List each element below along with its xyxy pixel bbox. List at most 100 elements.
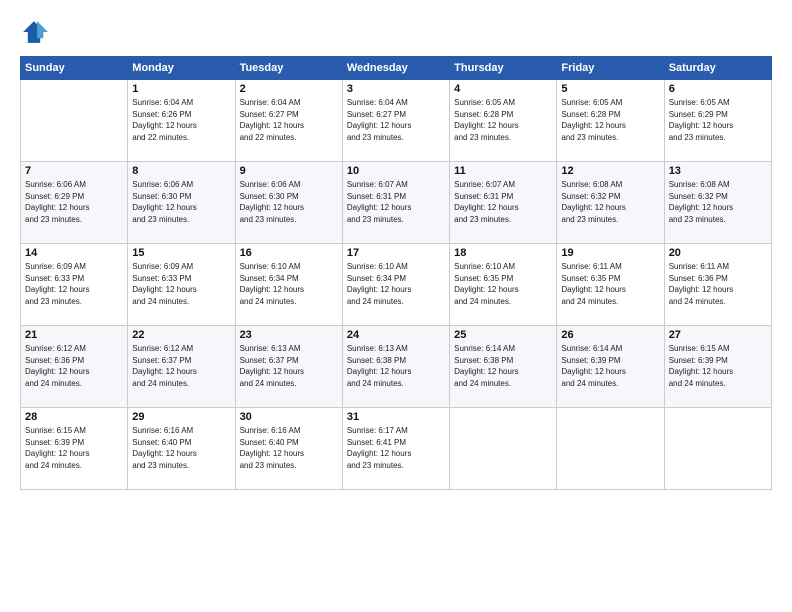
calendar-cell bbox=[450, 408, 557, 490]
day-number: 1 bbox=[132, 83, 230, 95]
calendar-cell bbox=[664, 408, 771, 490]
day-header-friday: Friday bbox=[557, 57, 664, 80]
day-info: Sunrise: 6:11 AM Sunset: 6:36 PM Dayligh… bbox=[669, 261, 767, 307]
day-number: 24 bbox=[347, 329, 445, 341]
day-number: 6 bbox=[669, 83, 767, 95]
day-info: Sunrise: 6:16 AM Sunset: 6:40 PM Dayligh… bbox=[132, 425, 230, 471]
day-info: Sunrise: 6:14 AM Sunset: 6:39 PM Dayligh… bbox=[561, 343, 659, 389]
calendar-cell: 29Sunrise: 6:16 AM Sunset: 6:40 PM Dayli… bbox=[128, 408, 235, 490]
calendar-cell: 21 Sunrise: 6:12 AM Sunset: 6:36 PM Dayli… bbox=[21, 326, 128, 408]
calendar-cell: 25 Sunrise: 6:14 AM Sunset: 6:38 PM Dayli… bbox=[450, 326, 557, 408]
day-info: Sunrise: 6:12 AM Sunset: 6:37 PM Dayligh… bbox=[132, 343, 230, 389]
day-number: 27 bbox=[669, 329, 767, 341]
day-number: 7 bbox=[25, 165, 123, 177]
day-header-wednesday: Wednesday bbox=[342, 57, 449, 80]
day-info: Sunrise: 6:17 AM Sunset: 6:41 PM Dayligh… bbox=[347, 425, 445, 471]
day-info: Sunrise: 6:05 AM Sunset: 6:28 PM Dayligh… bbox=[454, 97, 552, 143]
day-number: 8 bbox=[132, 165, 230, 177]
day-header-monday: Monday bbox=[128, 57, 235, 80]
day-info: Sunrise: 6:05 AM Sunset: 6:28 PM Dayligh… bbox=[561, 97, 659, 143]
day-number: 11 bbox=[454, 165, 552, 177]
calendar-cell: 8Sunrise: 6:06 AM Sunset: 6:30 PM Daylig… bbox=[128, 162, 235, 244]
calendar-cell: 22 Sunrise: 6:12 AM Sunset: 6:37 PM Dayli… bbox=[128, 326, 235, 408]
calendar-cell: 6 Sunrise: 6:05 AM Sunset: 6:29 PM Daylig… bbox=[664, 80, 771, 162]
day-header-sunday: Sunday bbox=[21, 57, 128, 80]
day-info: Sunrise: 6:04 AM Sunset: 6:26 PM Dayligh… bbox=[132, 97, 230, 143]
day-number: 30 bbox=[240, 411, 338, 423]
calendar-cell: 16 Sunrise: 6:10 AM Sunset: 6:34 PM Dayli… bbox=[235, 244, 342, 326]
day-info: Sunrise: 6:12 AM Sunset: 6:36 PM Dayligh… bbox=[25, 343, 123, 389]
logo bbox=[20, 18, 52, 46]
calendar-cell: 11 Sunrise: 6:07 AM Sunset: 6:31 PM Dayli… bbox=[450, 162, 557, 244]
day-number: 26 bbox=[561, 329, 659, 341]
day-info: Sunrise: 6:10 AM Sunset: 6:35 PM Dayligh… bbox=[454, 261, 552, 307]
day-number: 31 bbox=[347, 411, 445, 423]
day-number: 25 bbox=[454, 329, 552, 341]
calendar-cell: 26 Sunrise: 6:14 AM Sunset: 6:39 PM Dayli… bbox=[557, 326, 664, 408]
day-number: 22 bbox=[132, 329, 230, 341]
week-row-4: 21 Sunrise: 6:12 AM Sunset: 6:36 PM Dayli… bbox=[21, 326, 772, 408]
day-header-thursday: Thursday bbox=[450, 57, 557, 80]
calendar-cell: 31 Sunrise: 6:17 AM Sunset: 6:41 PM Dayli… bbox=[342, 408, 449, 490]
day-info: Sunrise: 6:09 AM Sunset: 6:33 PM Dayligh… bbox=[25, 261, 123, 307]
calendar-cell: 23 Sunrise: 6:13 AM Sunset: 6:37 PM Dayli… bbox=[235, 326, 342, 408]
calendar-cell: 10 Sunrise: 6:07 AM Sunset: 6:31 PM Dayli… bbox=[342, 162, 449, 244]
calendar-cell: 19 Sunrise: 6:11 AM Sunset: 6:35 PM Dayli… bbox=[557, 244, 664, 326]
day-number: 15 bbox=[132, 247, 230, 259]
day-info: Sunrise: 6:13 AM Sunset: 6:37 PM Dayligh… bbox=[240, 343, 338, 389]
logo-icon bbox=[20, 18, 48, 46]
calendar-cell: 12 Sunrise: 6:08 AM Sunset: 6:32 PM Dayli… bbox=[557, 162, 664, 244]
day-number: 3 bbox=[347, 83, 445, 95]
day-info: Sunrise: 6:05 AM Sunset: 6:29 PM Dayligh… bbox=[669, 97, 767, 143]
calendar-cell: 4 Sunrise: 6:05 AM Sunset: 6:28 PM Daylig… bbox=[450, 80, 557, 162]
calendar-cell: 3 Sunrise: 6:04 AM Sunset: 6:27 PM Daylig… bbox=[342, 80, 449, 162]
calendar-cell: 7 Sunrise: 6:06 AM Sunset: 6:29 PM Daylig… bbox=[21, 162, 128, 244]
day-number: 2 bbox=[240, 83, 338, 95]
day-number: 9 bbox=[240, 165, 338, 177]
week-row-2: 7 Sunrise: 6:06 AM Sunset: 6:29 PM Daylig… bbox=[21, 162, 772, 244]
day-info: Sunrise: 6:04 AM Sunset: 6:27 PM Dayligh… bbox=[240, 97, 338, 143]
day-info: Sunrise: 6:16 AM Sunset: 6:40 PM Dayligh… bbox=[240, 425, 338, 471]
day-number: 19 bbox=[561, 247, 659, 259]
calendar-cell: 2 Sunrise: 6:04 AM Sunset: 6:27 PM Daylig… bbox=[235, 80, 342, 162]
day-info: Sunrise: 6:10 AM Sunset: 6:34 PM Dayligh… bbox=[240, 261, 338, 307]
calendar-cell: 24 Sunrise: 6:13 AM Sunset: 6:38 PM Dayli… bbox=[342, 326, 449, 408]
day-header-tuesday: Tuesday bbox=[235, 57, 342, 80]
calendar-cell: 1 Sunrise: 6:04 AM Sunset: 6:26 PM Daylig… bbox=[128, 80, 235, 162]
day-number: 10 bbox=[347, 165, 445, 177]
day-info: Sunrise: 6:08 AM Sunset: 6:32 PM Dayligh… bbox=[669, 179, 767, 225]
day-number: 17 bbox=[347, 247, 445, 259]
day-number: 23 bbox=[240, 329, 338, 341]
day-info: Sunrise: 6:11 AM Sunset: 6:35 PM Dayligh… bbox=[561, 261, 659, 307]
calendar-cell: 28 Sunrise: 6:15 AM Sunset: 6:39 PM Dayli… bbox=[21, 408, 128, 490]
day-header-saturday: Saturday bbox=[664, 57, 771, 80]
day-info: Sunrise: 6:09 AM Sunset: 6:33 PM Dayligh… bbox=[132, 261, 230, 307]
calendar-header-row: SundayMondayTuesdayWednesdayThursdayFrid… bbox=[21, 57, 772, 80]
day-info: Sunrise: 6:14 AM Sunset: 6:38 PM Dayligh… bbox=[454, 343, 552, 389]
day-info: Sunrise: 6:15 AM Sunset: 6:39 PM Dayligh… bbox=[25, 425, 123, 471]
calendar-cell: 13 Sunrise: 6:08 AM Sunset: 6:32 PM Dayli… bbox=[664, 162, 771, 244]
calendar-cell: 20Sunrise: 6:11 AM Sunset: 6:36 PM Dayli… bbox=[664, 244, 771, 326]
calendar-cell: 17 Sunrise: 6:10 AM Sunset: 6:34 PM Dayli… bbox=[342, 244, 449, 326]
day-info: Sunrise: 6:07 AM Sunset: 6:31 PM Dayligh… bbox=[347, 179, 445, 225]
calendar-cell: 30 Sunrise: 6:16 AM Sunset: 6:40 PM Dayli… bbox=[235, 408, 342, 490]
day-number: 16 bbox=[240, 247, 338, 259]
calendar-cell: 27Sunrise: 6:15 AM Sunset: 6:39 PM Dayli… bbox=[664, 326, 771, 408]
week-row-1: 1 Sunrise: 6:04 AM Sunset: 6:26 PM Daylig… bbox=[21, 80, 772, 162]
day-number: 12 bbox=[561, 165, 659, 177]
day-number: 28 bbox=[25, 411, 123, 423]
day-info: Sunrise: 6:06 AM Sunset: 6:29 PM Dayligh… bbox=[25, 179, 123, 225]
calendar-cell bbox=[557, 408, 664, 490]
header bbox=[20, 18, 772, 46]
calendar-cell: 14 Sunrise: 6:09 AM Sunset: 6:33 PM Dayli… bbox=[21, 244, 128, 326]
day-number: 13 bbox=[669, 165, 767, 177]
day-info: Sunrise: 6:04 AM Sunset: 6:27 PM Dayligh… bbox=[347, 97, 445, 143]
day-number: 21 bbox=[25, 329, 123, 341]
day-number: 14 bbox=[25, 247, 123, 259]
day-number: 4 bbox=[454, 83, 552, 95]
day-info: Sunrise: 6:07 AM Sunset: 6:31 PM Dayligh… bbox=[454, 179, 552, 225]
day-info: Sunrise: 6:13 AM Sunset: 6:38 PM Dayligh… bbox=[347, 343, 445, 389]
day-info: Sunrise: 6:08 AM Sunset: 6:32 PM Dayligh… bbox=[561, 179, 659, 225]
day-info: Sunrise: 6:10 AM Sunset: 6:34 PM Dayligh… bbox=[347, 261, 445, 307]
day-number: 5 bbox=[561, 83, 659, 95]
